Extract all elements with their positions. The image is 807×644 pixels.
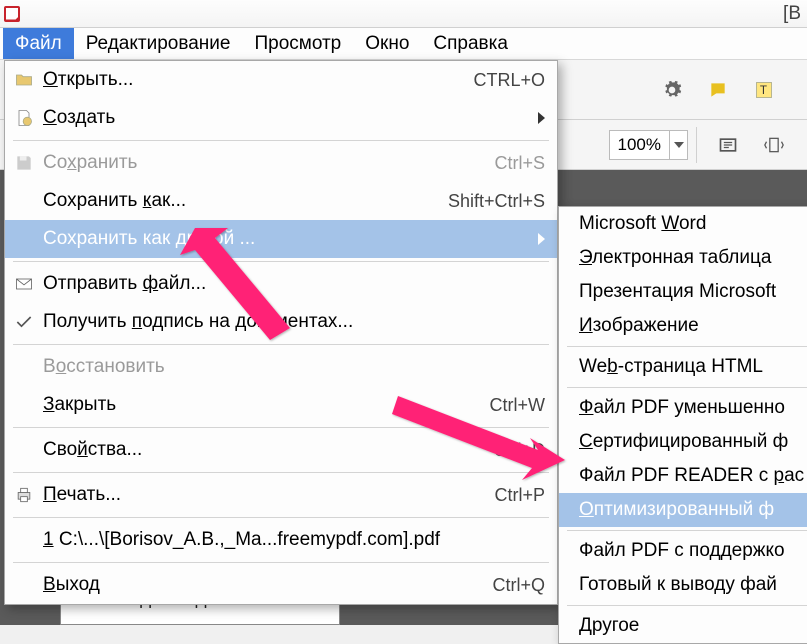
menu-create-label: Создать <box>43 107 528 129</box>
menu-separator <box>13 344 549 345</box>
menu-create[interactable]: Создать <box>5 99 557 137</box>
menu-separator <box>567 387 807 388</box>
menu-close-shortcut: Ctrl+W <box>490 395 546 416</box>
menu-save-shortcut: Ctrl+S <box>494 153 545 174</box>
menu-print-label: Печать... <box>43 484 494 506</box>
submenu-optimized[interactable]: Оптимизированный ф <box>559 493 807 527</box>
menu-properties-shortcut: Ctrl+D <box>493 440 545 461</box>
menu-file[interactable]: Файл <box>3 28 74 59</box>
menu-save: Сохранить Ctrl+S <box>5 144 557 182</box>
comment-button[interactable] <box>699 71 737 109</box>
menu-print-shortcut: Ctrl+P <box>494 485 545 506</box>
submenu-image[interactable]: Изображение <box>559 309 807 343</box>
menu-edit[interactable]: Редактирование <box>74 28 243 59</box>
menu-exit-label: Выход <box>43 574 492 596</box>
menu-open[interactable]: Открыть... CTRL+O <box>5 61 557 99</box>
svg-text:T: T <box>760 84 767 97</box>
menu-save-as[interactable]: Сохранить как... Shift+Ctrl+S <box>5 182 557 220</box>
zoom-select[interactable]: 100% <box>609 130 688 160</box>
printer-icon <box>13 484 35 506</box>
menu-separator <box>13 472 549 473</box>
menu-properties[interactable]: Свойства... Ctrl+D <box>5 431 557 469</box>
menu-save-as-other-label: Сохранить как другой ... <box>43 228 528 250</box>
menu-get-sign-label: Получить подпись на документах... <box>43 311 545 333</box>
file-menu: Открыть... CTRL+O Создать Сохранить Ctrl… <box>4 60 558 605</box>
menu-send-file[interactable]: Отправить файл... <box>5 265 557 303</box>
save-as-other-submenu: Microsoft Word Электронная таблица Презе… <box>558 206 807 644</box>
submenu-other[interactable]: Другое <box>559 609 807 643</box>
checkmark-icon <box>13 311 35 333</box>
gear-button[interactable] <box>653 71 691 109</box>
menu-separator <box>13 427 549 428</box>
menu-get-sign[interactable]: Получить подпись на документах... <box>5 303 557 341</box>
menu-exit-shortcut: Ctrl+Q <box>492 575 545 596</box>
menu-recent-1[interactable]: 1 C:\...\[Borisov_A.B.,_Ma...freemypdf.c… <box>5 521 557 559</box>
menu-exit[interactable]: Выход Ctrl+Q <box>5 566 557 604</box>
menu-recent-1-label: 1 C:\...\[Borisov_A.B.,_Ma...freemypdf.c… <box>43 529 545 551</box>
menu-save-as-label: Сохранить как... <box>43 190 448 212</box>
menu-separator <box>567 605 807 606</box>
submenu-reader-pdf[interactable]: Файл PDF READER с рас <box>559 459 807 493</box>
menu-view[interactable]: Просмотр <box>242 28 353 59</box>
chevron-right-icon <box>538 112 545 124</box>
submenu-html[interactable]: Web-страница HTML <box>559 350 807 384</box>
menu-save-label: Сохранить <box>43 152 494 174</box>
submenu-archival-pdf[interactable]: Файл PDF с поддержко <box>559 534 807 568</box>
fit-page-icon <box>764 135 784 155</box>
menu-separator <box>13 261 549 262</box>
zoom-value: 100% <box>610 135 669 155</box>
menu-open-label: Открыть... <box>43 69 473 91</box>
menu-separator <box>567 346 807 347</box>
menu-print[interactable]: Печать... Ctrl+P <box>5 476 557 514</box>
zoom-caret[interactable] <box>669 131 687 159</box>
submenu-reduced-pdf[interactable]: Файл PDF уменьшенно <box>559 391 807 425</box>
folder-open-icon <box>13 69 35 91</box>
gear-icon <box>662 80 682 100</box>
document-new-icon <box>13 107 35 129</box>
menu-send-file-label: Отправить файл... <box>43 273 545 295</box>
menu-close-label: Закрыть <box>43 394 490 416</box>
submenu-word[interactable]: Microsoft Word <box>559 207 807 241</box>
read-mode-icon <box>718 135 738 155</box>
titlebar: [В <box>0 0 807 28</box>
submenu-spreadsheet[interactable]: Электронная таблица <box>559 241 807 275</box>
chevron-down-icon <box>674 142 684 148</box>
menubar: Файл Редактирование Просмотр Окно Справк… <box>0 28 807 60</box>
menu-properties-label: Свойства... <box>43 439 493 461</box>
menu-separator <box>13 517 549 518</box>
pdf-icon <box>4 6 20 22</box>
menu-separator <box>13 140 549 141</box>
text-edit-icon: T <box>754 80 774 100</box>
submenu-powerpoint[interactable]: Презентация Microsoft <box>559 275 807 309</box>
menu-separator <box>567 530 807 531</box>
menu-restore: Восстановить <box>5 348 557 386</box>
submenu-certified[interactable]: Сертифицированный ф <box>559 425 807 459</box>
menu-close[interactable]: Закрыть Ctrl+W <box>5 386 557 424</box>
menu-help[interactable]: Справка <box>421 28 520 59</box>
fit-page-button[interactable] <box>755 126 793 164</box>
submenu-press-ready[interactable]: Готовый к выводу фай <box>559 568 807 602</box>
window-title: [В <box>783 3 801 25</box>
text-edit-button[interactable]: T <box>745 71 783 109</box>
read-mode-button[interactable] <box>709 126 747 164</box>
chevron-right-icon <box>538 233 545 245</box>
menu-window[interactable]: Окно <box>353 28 421 59</box>
menu-save-as-other[interactable]: Сохранить как другой ... <box>5 220 557 258</box>
menu-save-as-shortcut: Shift+Ctrl+S <box>448 191 545 212</box>
envelope-icon <box>13 273 35 295</box>
comment-icon <box>708 80 728 100</box>
toolbar-separator <box>696 127 697 163</box>
menu-restore-label: Восстановить <box>43 356 545 378</box>
menu-open-shortcut: CTRL+O <box>473 70 545 91</box>
menu-separator <box>13 562 549 563</box>
save-icon <box>13 152 35 174</box>
